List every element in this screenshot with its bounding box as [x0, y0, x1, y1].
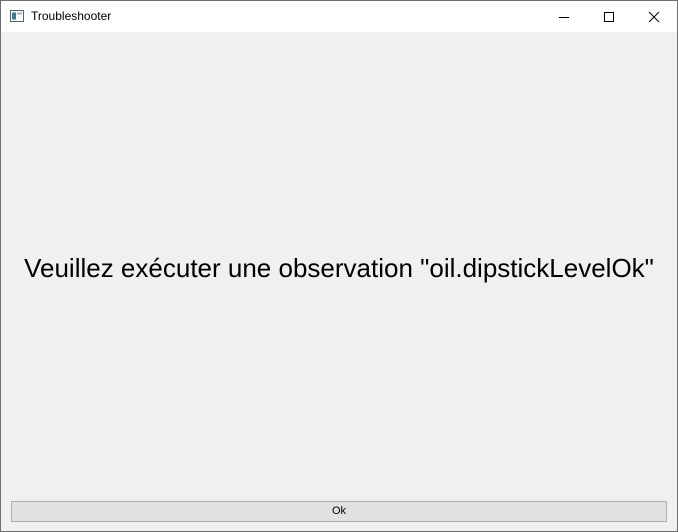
ok-button[interactable]: Ok: [11, 501, 667, 522]
title-bar[interactable]: Troubleshooter: [1, 1, 677, 32]
maximize-button[interactable]: [586, 1, 632, 32]
dialog-content: Veuillez exécuter une observation "oil.d…: [1, 32, 677, 531]
minimize-icon: [559, 16, 569, 18]
maximize-icon: [604, 11, 614, 22]
close-icon: [648, 11, 660, 22]
app-window-icon: [10, 10, 24, 22]
minimize-button[interactable]: [541, 1, 587, 32]
window-title: Troubleshooter: [31, 9, 112, 23]
troubleshooter-window: Troubleshooter Veuillez exécuter une obs…: [0, 0, 678, 532]
observation-message: Veuillez exécuter une observation "oil.d…: [24, 253, 654, 283]
close-button[interactable]: [631, 1, 677, 32]
